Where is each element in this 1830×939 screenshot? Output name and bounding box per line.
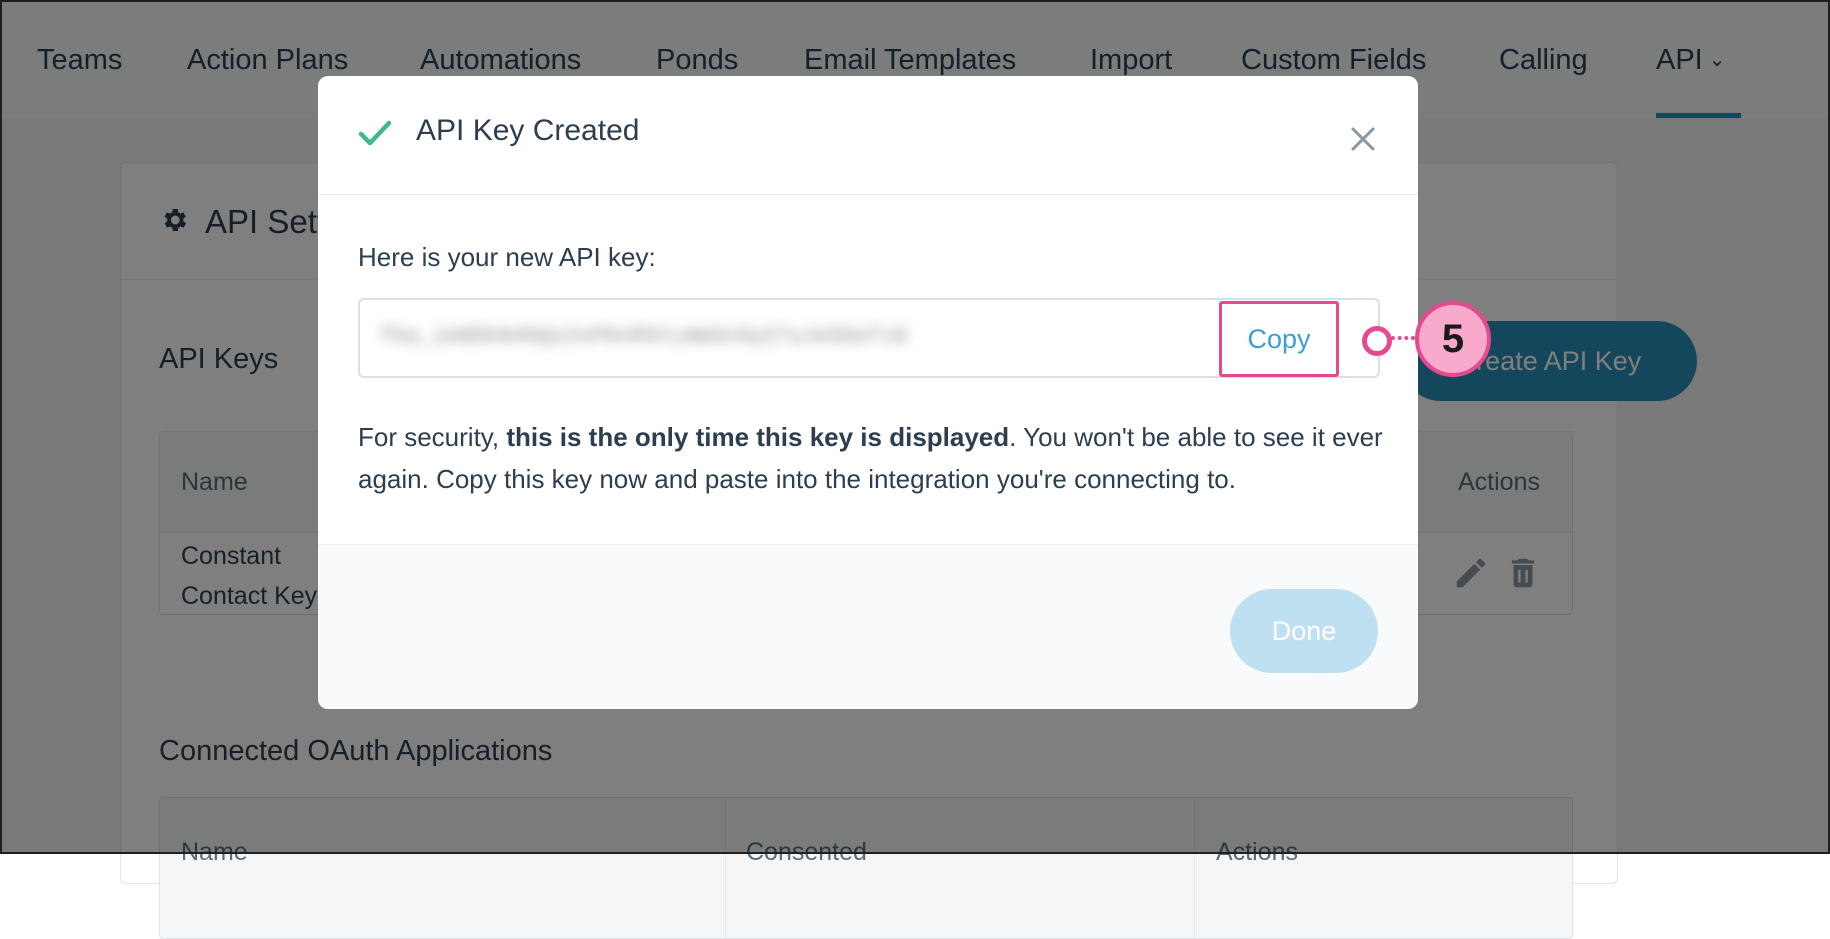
copy-button[interactable]: Copy: [1219, 301, 1339, 377]
callout-connector: [1391, 336, 1415, 340]
api-key-created-dialog: API Key Created Here is your new API key…: [318, 76, 1418, 709]
dialog-title: API Key Created: [416, 114, 640, 147]
close-icon[interactable]: [1348, 124, 1378, 154]
dialog-intro-text: Here is your new API key:: [358, 242, 656, 272]
done-button[interactable]: Done: [1230, 589, 1378, 673]
security-notice-emphasis: this is the only time this key is displa…: [506, 422, 1010, 452]
dialog-header: API Key Created: [318, 76, 1418, 195]
security-notice-prefix: For security,: [358, 422, 507, 452]
callout-anchor-dot: [1362, 326, 1392, 356]
security-notice: For security, this is the only time this…: [358, 416, 1388, 500]
dialog-footer: Done: [318, 544, 1418, 709]
check-icon: [358, 120, 392, 146]
api-key-value[interactable]: fka_1A8DkN4bQs2xP0vR9tLmW3cHyZ7uJe5GoTi6: [380, 324, 1020, 352]
step-number-badge: 5: [1415, 301, 1491, 377]
